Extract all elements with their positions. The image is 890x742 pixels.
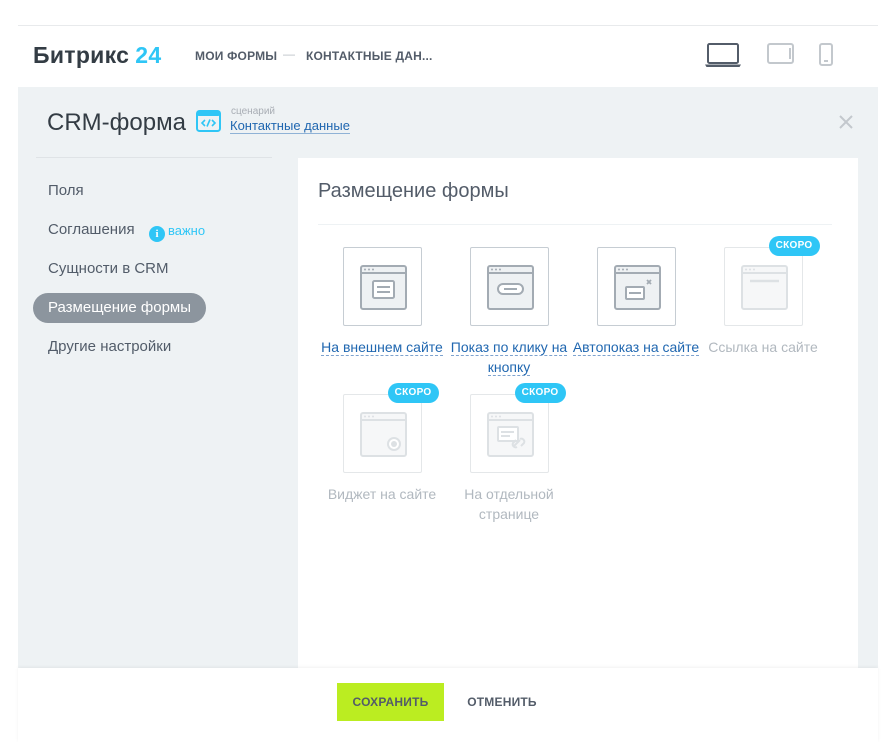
app-root: Битрикс 24 Мои формы — Контактные дан... … bbox=[0, 0, 890, 742]
close-icon[interactable] bbox=[836, 112, 856, 132]
tile-label: Ссылка на сайте bbox=[708, 339, 818, 355]
breadcrumb-contact-data[interactable]: Контактные дан... bbox=[306, 49, 433, 63]
breadcrumb-my-forms[interactable]: Мои формы bbox=[195, 49, 277, 63]
separate-page-icon bbox=[486, 412, 534, 457]
bitrix24-logo[interactable]: Битрикс 24 bbox=[33, 42, 161, 69]
app-header: Битрикс 24 Мои формы — Контактные дан... bbox=[18, 26, 878, 87]
button-click-icon bbox=[486, 265, 534, 310]
scenario-link[interactable]: Контактные данные bbox=[230, 119, 350, 134]
tile-box: скоро bbox=[342, 383, 439, 473]
soon-badge: скоро bbox=[768, 236, 820, 256]
tile-label: Виджет на сайте bbox=[327, 486, 437, 502]
sidebar-item-agreements[interactable]: Соглашения bbox=[33, 215, 150, 245]
autoshow-icon bbox=[613, 265, 661, 310]
save-button[interactable]: Сохранить bbox=[337, 683, 444, 721]
tile-label[interactable]: На внешнем сайте bbox=[317, 337, 447, 357]
important-badge-label: важно bbox=[168, 223, 206, 238]
phone-icon[interactable] bbox=[818, 42, 834, 73]
tile-label[interactable]: Показ по клику на кнопку bbox=[444, 337, 574, 377]
sidebar-divider bbox=[36, 157, 272, 158]
tile-external-site[interactable]: На внешнем сайте bbox=[317, 247, 447, 357]
panel-title: CRM-форма bbox=[47, 109, 186, 136]
tile-box[interactable] bbox=[342, 247, 422, 326]
info-icon: i bbox=[149, 226, 165, 242]
logo-text: Битрикс bbox=[33, 42, 130, 68]
tile-box: скоро bbox=[469, 383, 566, 473]
footer-bar: Сохранить Отменить bbox=[18, 668, 878, 742]
tile-box: скоро bbox=[723, 236, 820, 326]
placement-card: Размещение формы На внешнем сайте Показ … bbox=[298, 158, 858, 668]
sidebar-item-crm-entities[interactable]: Сущности в CRM bbox=[33, 254, 184, 284]
tile-box[interactable] bbox=[596, 247, 676, 326]
soon-badge: скоро bbox=[387, 383, 439, 403]
tile-label: На отдельной странице bbox=[464, 486, 554, 522]
sidebar-item-other-settings[interactable]: Другие настройки bbox=[33, 332, 186, 362]
tile-button-click[interactable]: Показ по клику на кнопку bbox=[444, 247, 574, 377]
tile-widget-on-site: скоро Виджет на сайте bbox=[317, 383, 447, 504]
widget-icon bbox=[359, 412, 407, 457]
breadcrumb-separator: — bbox=[283, 47, 295, 61]
tile-separate-page: скоро На отдельной странице bbox=[444, 383, 574, 524]
tile-label[interactable]: Автопоказ на сайте bbox=[571, 337, 701, 357]
tile-link-on-site: скоро Ссылка на сайте bbox=[698, 236, 828, 357]
tablet-icon[interactable] bbox=[767, 42, 795, 71]
form-settings-panel: CRM-форма сценарий Контактные данные Пол… bbox=[18, 87, 878, 668]
link-icon bbox=[740, 265, 788, 310]
sidebar-item-fields[interactable]: Поля bbox=[33, 176, 99, 206]
cancel-button[interactable]: Отменить bbox=[452, 683, 552, 721]
soon-badge: скоро bbox=[514, 383, 566, 403]
important-badge: i важно bbox=[149, 222, 206, 242]
scenario-label: сценарий bbox=[231, 106, 275, 117]
tile-autoshow[interactable]: Автопоказ на сайте bbox=[571, 247, 701, 357]
placement-title: Размещение формы bbox=[318, 180, 509, 202]
scenario-code-icon bbox=[196, 110, 221, 132]
embedded-form-icon bbox=[359, 265, 407, 310]
logo-number: 24 bbox=[135, 42, 162, 68]
sidebar-item-form-placement[interactable]: Размещение формы bbox=[33, 293, 207, 323]
placement-divider bbox=[318, 224, 832, 225]
laptop-icon[interactable] bbox=[704, 42, 742, 74]
tile-box[interactable] bbox=[469, 247, 549, 326]
